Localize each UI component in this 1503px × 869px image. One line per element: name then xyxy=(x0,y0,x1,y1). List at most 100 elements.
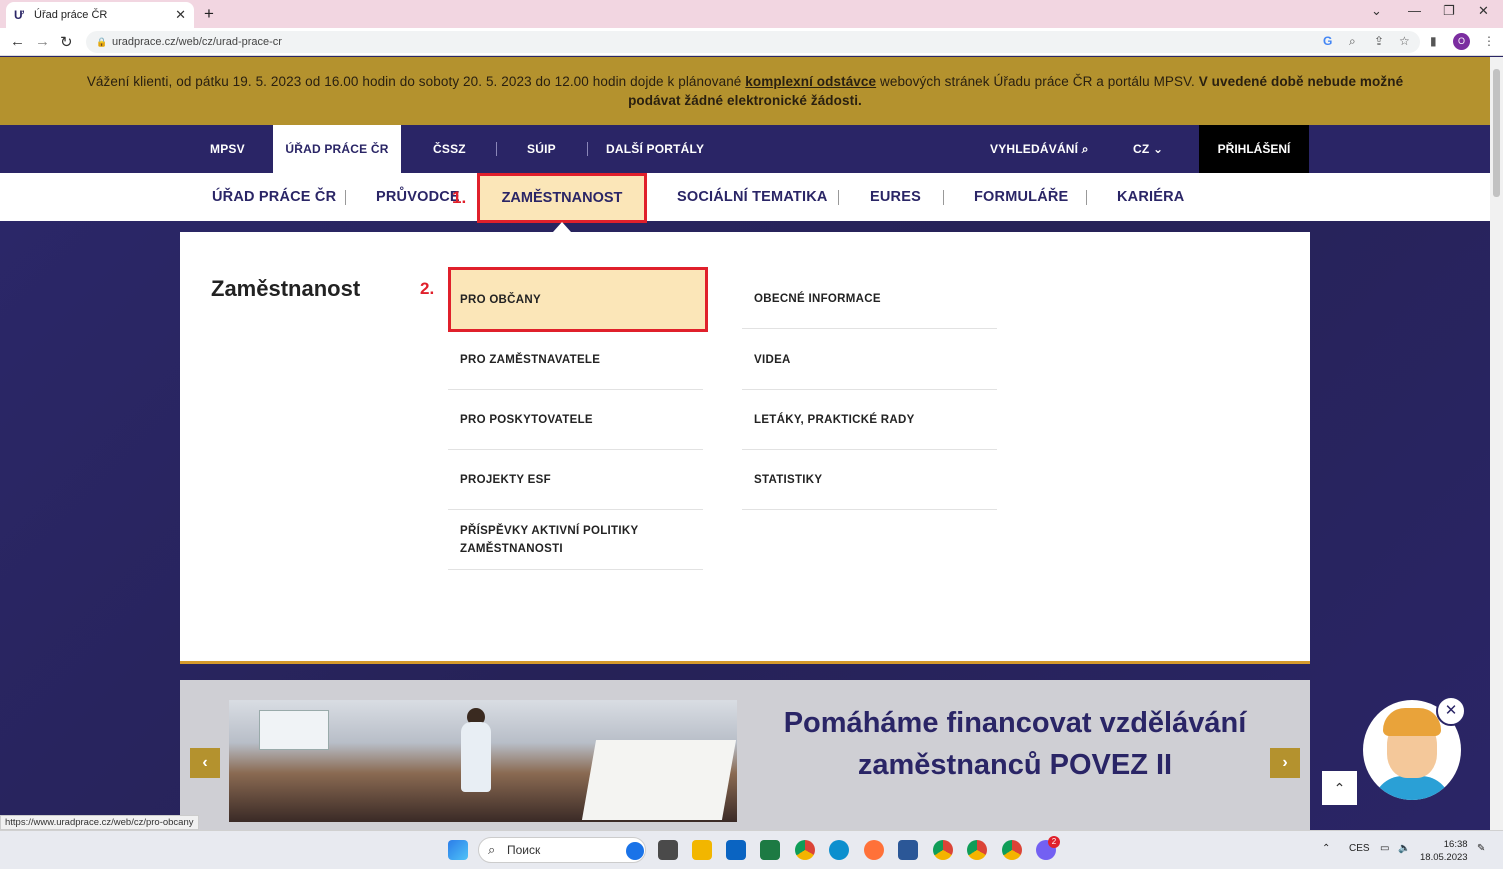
menu-title: Zaměstnanost xyxy=(211,276,361,301)
search-button[interactable]: VYHLEDÁVÁNÍ ⌕ xyxy=(990,125,1089,173)
menu-item-videa[interactable]: VIDEA xyxy=(742,330,997,390)
profile-avatar[interactable]: O xyxy=(1453,33,1470,50)
url-text: uradprace.cz/web/cz/urad-prace-cr xyxy=(112,36,282,48)
carousel-title[interactable]: Pomáháme financovat vzdělávání zaměstnan… xyxy=(760,702,1270,786)
notice-text-after: webových stránek Úřadu práce ČR a portál… xyxy=(876,74,1199,89)
divider xyxy=(496,142,497,156)
carousel-prev-button[interactable]: ‹ xyxy=(190,748,220,778)
topnav-mpsv[interactable]: MPSV xyxy=(210,125,245,173)
topnav-cssz[interactable]: ČSSZ xyxy=(433,125,466,173)
clock[interactable]: 16:38 18.05.2023 xyxy=(1420,838,1468,864)
restore-icon[interactable]: ❐ xyxy=(1443,3,1455,19)
address-bar[interactable]: 🔒 uradprace.cz/web/cz/urad-prace-cr xyxy=(86,31,1420,53)
taskbar-search[interactable]: ⌕ Поиск xyxy=(478,837,646,863)
google-icon[interactable]: G xyxy=(1323,34,1332,48)
divider xyxy=(587,142,588,156)
chatbot-hair xyxy=(1383,708,1441,736)
menu-caret xyxy=(553,222,571,232)
language-select[interactable]: CZ ⌄ xyxy=(1133,125,1163,173)
reload-icon[interactable]: ↻ xyxy=(60,33,73,51)
divider xyxy=(1086,190,1087,205)
menu-item-obecne-informace[interactable]: OBECNÉ INFORMACE xyxy=(742,269,997,329)
chatbot-close-icon[interactable]: ✕ xyxy=(1436,696,1466,726)
browser-tab[interactable]: Ư Úřad práce ČR ✕ xyxy=(6,2,194,28)
topnav-suip[interactable]: SÚIP xyxy=(527,125,556,173)
notifications-icon[interactable]: ✎ xyxy=(1477,843,1485,854)
menu-item-projekty-esf[interactable]: PROJEKTY ESF xyxy=(448,450,703,510)
firefox-icon[interactable] xyxy=(864,840,884,860)
mega-menu-panel: Zaměstnanost 2. PRO OBČANY PRO ZAMĚSTNAV… xyxy=(180,232,1310,664)
network-icon[interactable]: ▭ xyxy=(1380,843,1389,854)
carousel-image[interactable] xyxy=(229,700,737,822)
chatbot-shirt xyxy=(1373,776,1451,800)
windows-taskbar: ⌕ Поиск 2 ⌃ CES ▭ 🔈 16:38 18.05.2023 ✎ xyxy=(0,830,1503,869)
divider xyxy=(345,190,346,205)
windows-start-icon[interactable] xyxy=(448,840,468,860)
bing-icon[interactable] xyxy=(626,842,644,860)
browser-toolbar: ← → ↻ 🔒 uradprace.cz/web/cz/urad-prace-c… xyxy=(0,28,1503,56)
side-panel-icon[interactable]: ▮ xyxy=(1430,34,1437,48)
speaker-figure xyxy=(461,722,491,792)
menu-kebab-icon[interactable]: ⋮ xyxy=(1483,34,1495,48)
forward-icon[interactable]: → xyxy=(35,33,50,50)
login-button[interactable]: PŘIHLÁŠENÍ xyxy=(1199,125,1309,173)
menu-item-prispevky-apz[interactable]: PŘÍSPĚVKY AKTIVNÍ POLITIKY ZAMĚSTNANOSTI xyxy=(448,510,703,570)
volume-icon[interactable]: 🔈 xyxy=(1398,843,1410,854)
secnav-kariera[interactable]: KARIÉRA xyxy=(1117,173,1184,221)
task-view-icon[interactable] xyxy=(658,840,678,860)
secnav-socialni-tematika[interactable]: SOCIÁLNÍ TEMATIKA xyxy=(677,173,828,221)
site-favicon-icon: Ư xyxy=(14,8,24,22)
page-scrollbar[interactable] xyxy=(1490,57,1503,830)
file-explorer-icon[interactable] xyxy=(692,840,712,860)
input-language[interactable]: CES xyxy=(1349,843,1370,854)
clock-date: 18.05.2023 xyxy=(1420,852,1468,863)
notification-badge: 2 xyxy=(1048,836,1060,848)
maintenance-notice: Vážení klienti, od pátku 19. 5. 2023 od … xyxy=(0,57,1490,125)
bookmark-star-icon[interactable]: ☆ xyxy=(1399,34,1410,48)
presentation-screen xyxy=(259,710,329,750)
secnav-urad-prace[interactable]: ÚŘAD PRÁCE ČR xyxy=(212,173,336,221)
share-icon[interactable]: ⇪ xyxy=(1374,34,1384,48)
menu-item-statistiky[interactable]: STATISTIKY xyxy=(742,450,997,510)
secnav-pruvodce[interactable]: PRŮVODCE xyxy=(376,173,460,221)
lock-icon: 🔒 xyxy=(96,37,108,47)
menu-item-pro-obcany[interactable]: PRO OBČANY xyxy=(448,267,708,332)
edge-icon[interactable] xyxy=(829,840,849,860)
status-bar-link: https://www.uradprace.cz/web/cz/pro-obca… xyxy=(0,815,199,830)
tray-overflow-icon[interactable]: ⌃ xyxy=(1322,843,1330,854)
search-icon: ⌕ xyxy=(488,842,496,857)
chrome-profile-icon[interactable] xyxy=(1002,840,1022,860)
carousel-next-button[interactable]: › xyxy=(1270,748,1300,778)
paper-sheet xyxy=(581,740,737,820)
secnav-zamestnanost[interactable]: ZAMĚSTNANOST xyxy=(477,173,647,223)
outlook-icon[interactable] xyxy=(726,840,746,860)
scrollbar-thumb[interactable] xyxy=(1493,69,1500,197)
menu-item-letaky[interactable]: LETÁKY, PRAKTICKÉ RADY xyxy=(742,390,997,450)
tab-title: Úřad práce ČR xyxy=(34,9,108,21)
menu-item-pro-zamestnavatele[interactable]: PRO ZAMĚSTNAVATELE xyxy=(448,330,703,390)
window-close-icon[interactable]: ✕ xyxy=(1478,3,1489,19)
zoom-icon[interactable]: ⌕ xyxy=(1349,34,1356,49)
menu-item-pro-poskytovatele[interactable]: PRO POSKYTOVATELE xyxy=(448,390,703,450)
notice-link[interactable]: komplexní odstávce xyxy=(745,74,876,89)
secnav-formulare[interactable]: FORMULÁŘE xyxy=(974,173,1068,221)
secondary-navigation: ÚŘAD PRÁCE ČR PRŮVODCE SOCIÁLNÍ TEMATIKA… xyxy=(0,173,1490,221)
taskbar-search-text: Поиск xyxy=(507,843,541,857)
tab-close-icon[interactable]: ✕ xyxy=(175,7,186,23)
back-icon[interactable]: ← xyxy=(10,33,25,50)
minimize-icon[interactable]: — xyxy=(1408,3,1421,18)
chrome-profile-icon[interactable] xyxy=(967,840,987,860)
back-to-top-button[interactable]: ⌃ xyxy=(1322,771,1357,805)
chrome-profile-icon[interactable] xyxy=(933,840,953,860)
excel-icon[interactable] xyxy=(760,840,780,860)
secnav-eures[interactable]: EURES xyxy=(870,173,921,221)
chrome-icon[interactable] xyxy=(795,840,815,860)
chevron-down-icon: ⌄ xyxy=(1152,142,1164,156)
clock-time: 16:38 xyxy=(1443,839,1468,850)
new-tab-icon[interactable]: + xyxy=(204,4,214,24)
topnav-urad-prace[interactable]: ÚŘAD PRÁCE ČR xyxy=(273,125,401,173)
topnav-dalsi-portaly[interactable]: DALŠÍ PORTÁLY xyxy=(606,125,704,173)
word-icon[interactable] xyxy=(898,840,918,860)
tab-search-icon[interactable]: ⌄ xyxy=(1371,3,1382,19)
search-label: VYHLEDÁVÁNÍ xyxy=(990,142,1079,156)
